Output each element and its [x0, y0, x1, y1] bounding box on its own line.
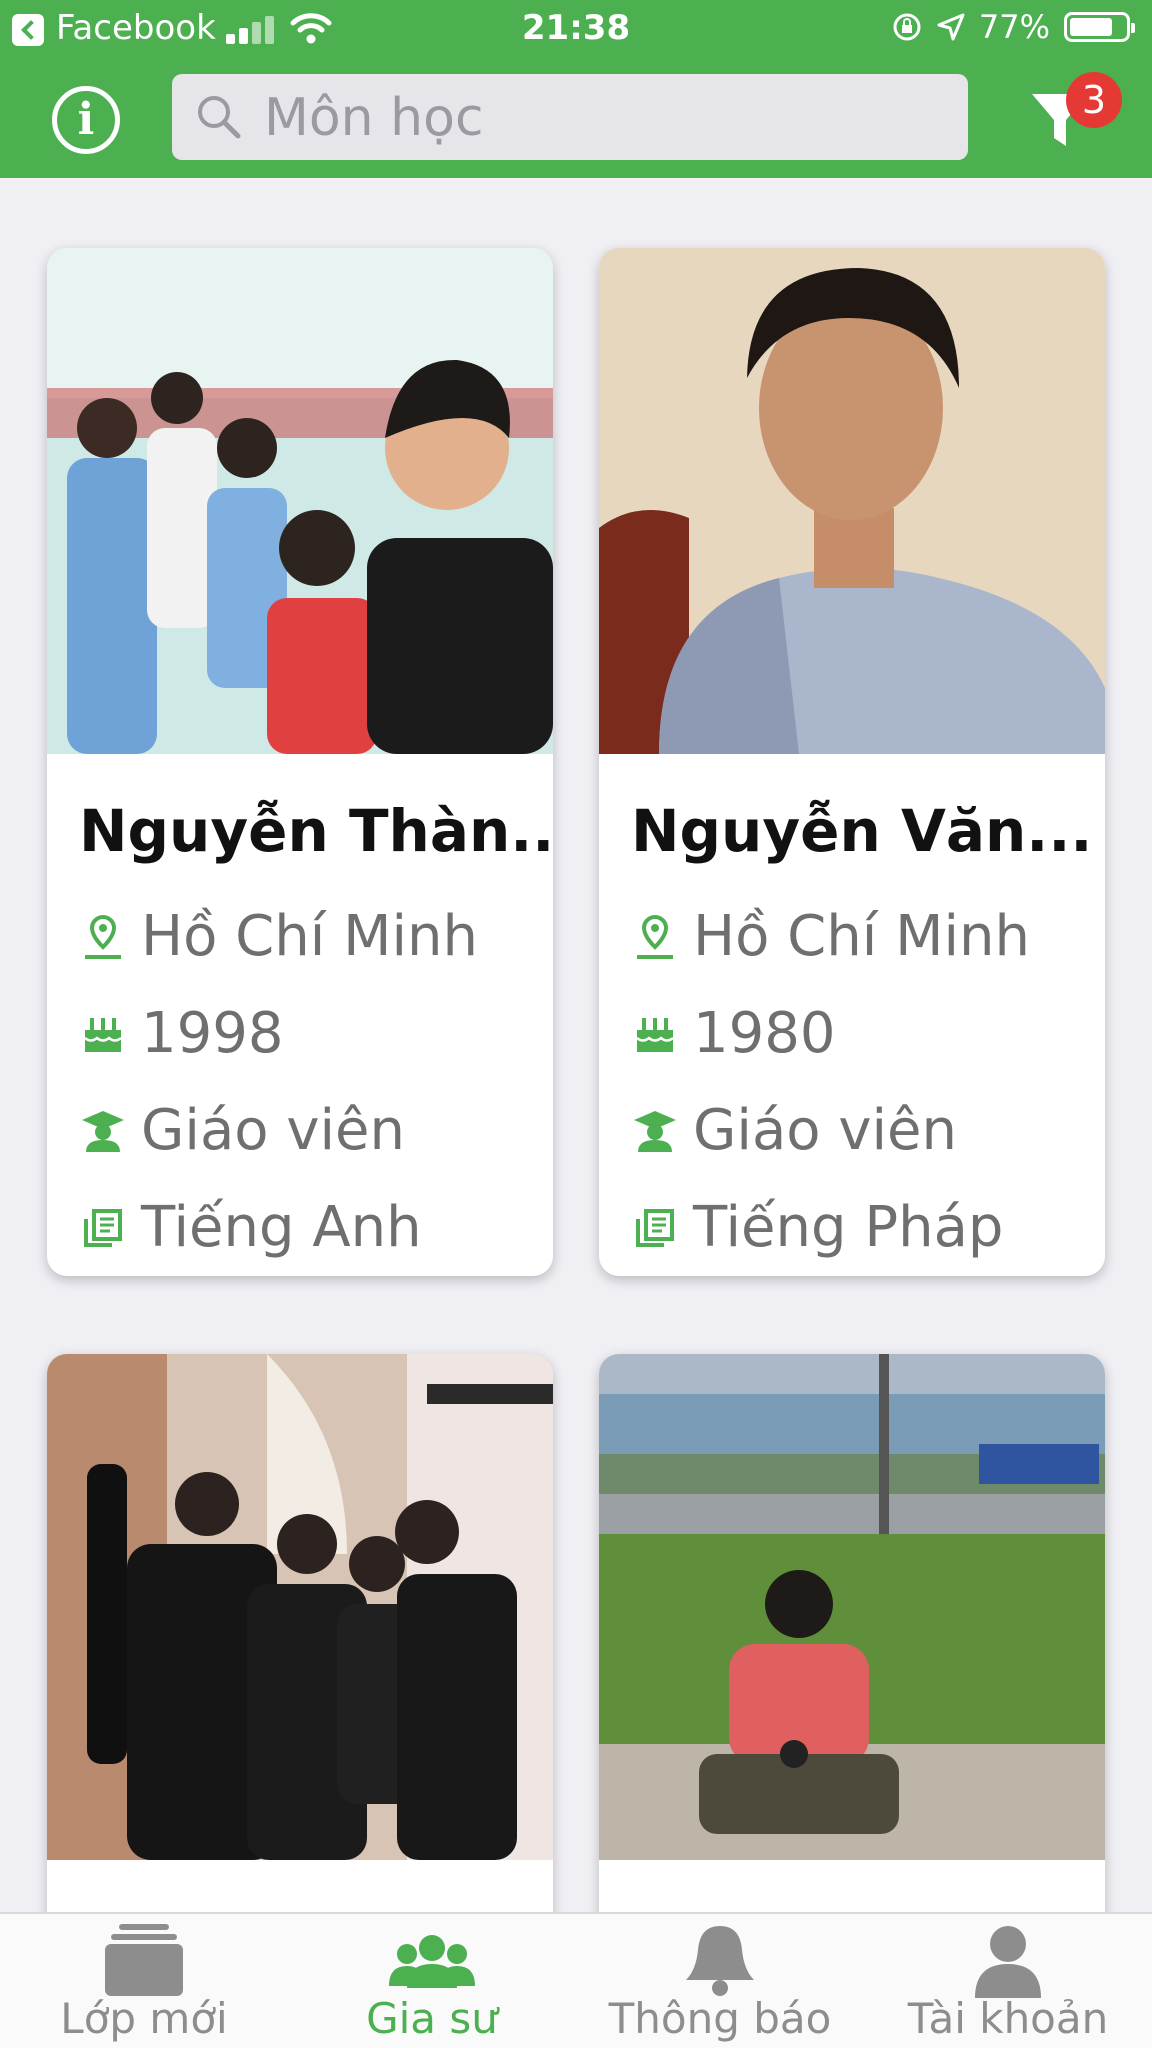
tutor-location: Hồ Chí Minh — [141, 904, 478, 969]
tutor-subject: Tiếng Pháp — [693, 1195, 1004, 1260]
tab-label: Gia sư — [366, 1994, 498, 2043]
book-icon — [631, 1203, 679, 1253]
tutor-photo — [599, 248, 1105, 754]
tab-gia-su[interactable]: Gia sư — [288, 1914, 576, 2048]
tutor-photo — [47, 248, 553, 754]
birthday-cake-icon — [79, 1009, 127, 1059]
search-input[interactable]: Môn học — [172, 74, 968, 160]
tutor-photo — [47, 1354, 553, 1860]
battery-icon — [1064, 12, 1135, 42]
tutor-location: Hồ Chí Minh — [693, 904, 1030, 969]
tutor-occupation-row: Giáo viên — [631, 1082, 1073, 1179]
location-pin-icon — [79, 912, 127, 962]
tutor-occupation-row: Giáo viên — [79, 1082, 521, 1179]
graduation-cap-icon — [631, 1106, 679, 1156]
tutor-location-row: Hồ Chí Minh — [631, 888, 1073, 985]
tutor-card[interactable]: Nguyễn Thàn... Hồ Chí Minh 1998 Giáo viê… — [47, 248, 553, 1276]
tutor-birth-year-row: 1980 — [631, 985, 1073, 1082]
tutor-birth-year: 1980 — [693, 1001, 836, 1066]
status-right: 77% — [891, 8, 1135, 46]
location-arrow-icon — [937, 13, 965, 41]
tab-label: Thông báo — [608, 1994, 832, 2043]
tab-label: Lớp mới — [60, 1994, 228, 2043]
tutor-subject-row: Tiếng Anh — [79, 1179, 521, 1276]
tutor-occupation: Giáo viên — [693, 1098, 957, 1163]
bottom-tab-bar: Lớp mới Gia sư Thông báo Tài khoản — [0, 1912, 1152, 2048]
tab-label: Tài khoản — [907, 1994, 1109, 2043]
search-icon — [198, 96, 241, 139]
tutor-photo — [599, 1354, 1105, 1860]
orientation-lock-icon — [893, 13, 921, 41]
tab-tai-khoan[interactable]: Tài khoản — [864, 1914, 1152, 2048]
book-icon — [79, 1203, 127, 1253]
battery-percent: 77% — [978, 8, 1050, 46]
graduation-cap-icon — [79, 1106, 127, 1156]
tutor-name: Nguyễn Thàn... — [79, 797, 553, 865]
tutor-occupation: Giáo viên — [141, 1098, 405, 1163]
location-pin-icon — [631, 912, 679, 962]
status-bar: Facebook 21:38 77% — [0, 0, 1152, 60]
filter-count-badge: 3 — [1066, 72, 1122, 128]
tab-lop-moi[interactable]: Lớp mới — [0, 1914, 288, 2048]
tutor-birth-year-row: 1998 — [79, 985, 521, 1082]
tutor-card[interactable]: Nguyễn Văn... Hồ Chí Minh 1980 Giáo viên… — [599, 248, 1105, 1276]
bell-icon — [686, 1926, 754, 1996]
account-icon — [975, 1926, 1041, 1998]
tutor-name: Nguyễn Văn... — [631, 797, 1093, 865]
tutor-card[interactable] — [599, 1354, 1105, 1954]
tutor-subject-row: Tiếng Pháp — [631, 1179, 1073, 1276]
info-button[interactable]: i — [52, 86, 120, 154]
classes-icon — [105, 1924, 183, 1996]
tab-thong-bao[interactable]: Thông báo — [576, 1914, 864, 2048]
tutor-card[interactable] — [47, 1354, 553, 1954]
top-bar: Facebook 21:38 77% i Môn học 3 — [0, 0, 1152, 178]
tutor-birth-year: 1998 — [141, 1001, 284, 1066]
tutor-location-row: Hồ Chí Minh — [79, 888, 521, 985]
birthday-cake-icon — [631, 1009, 679, 1059]
tutor-subject: Tiếng Anh — [141, 1195, 422, 1260]
battery-fill — [1070, 18, 1112, 36]
search-placeholder: Môn học — [264, 88, 484, 148]
tutors-group-icon — [389, 1935, 475, 1988]
